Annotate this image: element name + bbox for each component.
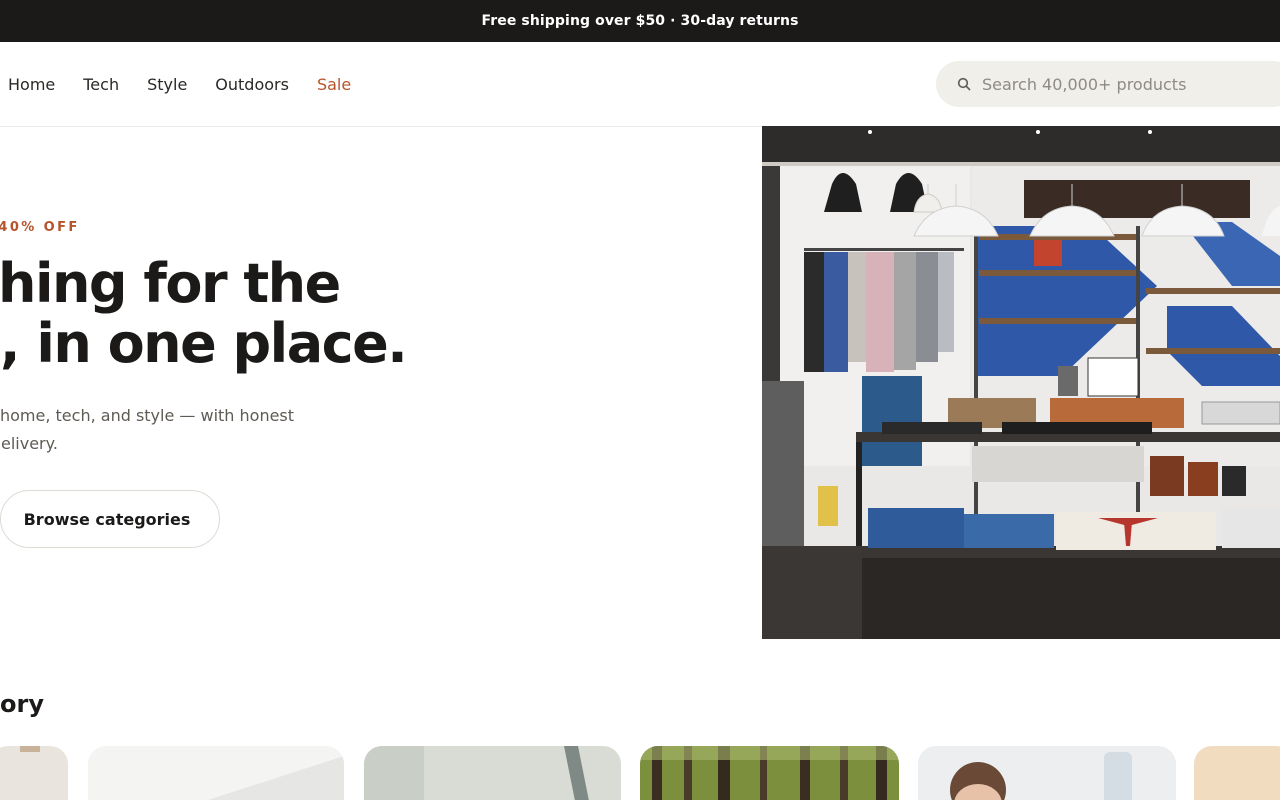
clothing-store-image bbox=[762, 126, 1280, 639]
site-header: Home Tech Style Outdoors Sale bbox=[0, 42, 1280, 127]
nav-item-style[interactable]: Style bbox=[147, 75, 187, 94]
category-image bbox=[364, 746, 621, 800]
announcement-bar: Free shipping over $50 · 30-day returns bbox=[0, 0, 1280, 42]
nav-item-outdoors[interactable]: Outdoors bbox=[215, 75, 289, 94]
hero-headline-line-2: , in one place. bbox=[0, 312, 408, 375]
category-image bbox=[918, 746, 1176, 800]
category-card[interactable] bbox=[640, 746, 899, 800]
category-card[interactable] bbox=[364, 746, 621, 800]
category-card[interactable] bbox=[1194, 746, 1280, 800]
category-card[interactable] bbox=[88, 746, 344, 800]
hero-subcopy: home, tech, and style — with honest eliv… bbox=[0, 402, 294, 458]
category-image bbox=[0, 746, 68, 800]
category-card[interactable] bbox=[918, 746, 1176, 800]
category-section-title-text: ory bbox=[0, 690, 44, 718]
main-nav: Home Tech Style Outdoors Sale bbox=[8, 42, 351, 126]
category-image bbox=[88, 746, 344, 800]
search-icon bbox=[954, 74, 974, 94]
hero-image bbox=[762, 126, 1280, 639]
announcement-text: Free shipping over $50 · 30-day returns bbox=[481, 13, 799, 29]
nav-item-sale[interactable]: Sale bbox=[317, 75, 351, 94]
category-image bbox=[1194, 746, 1280, 800]
browse-categories-button[interactable]: Browse categories bbox=[0, 490, 220, 548]
nav-item-home[interactable]: Home bbox=[8, 75, 55, 94]
category-image bbox=[640, 746, 899, 800]
hero-subcopy-line-1: home, tech, and style — with honest bbox=[0, 406, 295, 425]
nav-item-tech[interactable]: Tech bbox=[83, 75, 119, 94]
search-bar[interactable] bbox=[936, 61, 1280, 107]
hero-headline-line-1: hing for the bbox=[0, 252, 341, 315]
category-cards-row bbox=[0, 746, 1280, 800]
search-input[interactable] bbox=[980, 73, 1264, 95]
hero-headline: hing for the , in one place. bbox=[0, 252, 408, 375]
hero-section: O 40% OFF hing for the , in one place. h… bbox=[0, 126, 740, 646]
hero-subcopy-line-2: elivery. bbox=[1, 434, 58, 453]
category-section-title: ory bbox=[0, 690, 44, 718]
hero-eyebrow: O 40% OFF bbox=[0, 220, 80, 235]
category-card[interactable] bbox=[0, 746, 68, 800]
